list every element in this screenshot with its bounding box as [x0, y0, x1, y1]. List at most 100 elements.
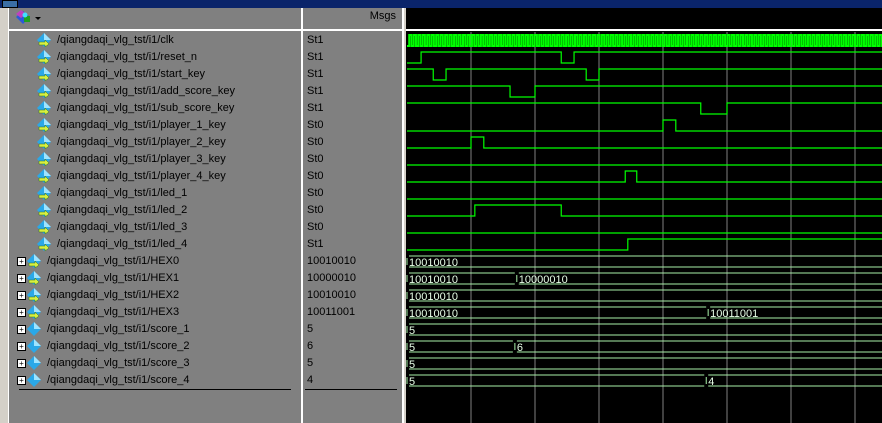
signal-row[interactable]: /qiangdaqi_vlg_tst/i1/player_4_key: [17, 168, 226, 185]
signal-value: 10010010: [307, 255, 356, 267]
signal-row[interactable]: + /qiangdaqi_vlg_tst/i1/HEX3: [17, 304, 179, 321]
signal-name: /qiangdaqi_vlg_tst/i1/HEX2: [47, 289, 180, 301]
input-signal-icon: [37, 84, 51, 99]
signal-value: St1: [307, 102, 324, 114]
input-signal-icon: [37, 169, 51, 184]
signal-name: /qiangdaqi_vlg_tst/i1/sub_score_key: [57, 102, 235, 114]
expand-icon[interactable]: +: [17, 341, 26, 351]
signal-name: /qiangdaqi_vlg_tst/i1/led_1: [57, 187, 188, 199]
signal-value: St0: [307, 204, 324, 216]
waveform-HEX3: 10010010 10011001: [406, 306, 882, 320]
bus-signal-icon: [27, 322, 41, 337]
waveform-reset_n: [407, 51, 882, 64]
waveform-player_1_key: [407, 119, 882, 132]
expand-icon[interactable]: +: [17, 358, 26, 368]
signal-row[interactable]: + /qiangdaqi_vlg_tst/i1/score_2: [17, 338, 189, 355]
signal-value-pane: Msgs St1 St1 St1 St1 St1 St0 St0 St0 St0 St0 St0 St…: [303, 8, 402, 423]
signal-row[interactable]: /qiangdaqi_vlg_tst/i1/start_key: [17, 66, 205, 83]
signal-value: St0: [307, 221, 324, 233]
signal-name: /qiangdaqi_vlg_tst/i1/score_3: [47, 357, 190, 369]
bus-value-label: 5: [409, 342, 415, 354]
input-signal-icon: [37, 50, 51, 65]
signal-row[interactable]: + /qiangdaqi_vlg_tst/i1/HEX0: [17, 253, 179, 270]
signal-name: /qiangdaqi_vlg_tst/i1/score_2: [47, 340, 190, 352]
signal-row[interactable]: + /qiangdaqi_vlg_tst/i1/score_4: [17, 372, 189, 389]
waveform-score_3: 5: [406, 357, 882, 371]
signal-value: St0: [307, 136, 324, 148]
expand-icon[interactable]: +: [17, 307, 26, 317]
signal-row[interactable]: /qiangdaqi_vlg_tst/i1/add_score_key: [17, 83, 235, 100]
bus-value-label: 10010010: [409, 274, 458, 286]
signal-row[interactable]: /qiangdaqi_vlg_tst/i1/player_1_key: [17, 117, 226, 134]
signal-name: /qiangdaqi_vlg_tst/i1/HEX3: [47, 306, 180, 318]
signal-value: 5: [307, 357, 314, 369]
bus-signal-icon: [27, 356, 41, 371]
waveform-score_1: 5: [406, 323, 882, 337]
output-signal-icon: [37, 237, 51, 252]
expand-icon[interactable]: +: [17, 290, 26, 300]
signal-value: St1: [307, 34, 324, 46]
signal-row[interactable]: /qiangdaqi_vlg_tst/i1/clk: [17, 32, 174, 49]
signal-name: /qiangdaqi_vlg_tst/i1/clk: [57, 34, 174, 46]
input-signal-icon: [37, 67, 51, 82]
input-signal-icon: [37, 118, 51, 133]
signal-value: St0: [307, 187, 324, 199]
output-signal-icon: [37, 220, 51, 235]
signal-value: 10011001: [307, 306, 356, 318]
signal-row[interactable]: + /qiangdaqi_vlg_tst/i1/HEX1: [17, 270, 179, 287]
signal-name: /qiangdaqi_vlg_tst/i1/player_2_key: [57, 136, 226, 148]
signal-row[interactable]: + /qiangdaqi_vlg_tst/i1/HEX2: [17, 287, 179, 304]
input-signal-icon: [37, 135, 51, 150]
signal-row[interactable]: /qiangdaqi_vlg_tst/i1/sub_score_key: [17, 100, 234, 117]
waveform-HEX0: 10010010: [406, 255, 882, 269]
signal-row[interactable]: /qiangdaqi_vlg_tst/i1/led_2: [17, 202, 187, 219]
signal-row[interactable]: /qiangdaqi_vlg_tst/i1/led_1: [17, 185, 187, 202]
signal-name-pane: /qiangdaqi_vlg_tst/i1/clk/qiangdaqi_vlg_…: [8, 8, 302, 423]
signal-row[interactable]: /qiangdaqi_vlg_tst/i1/led_4: [17, 236, 187, 253]
signal-value: St0: [307, 170, 324, 182]
add-wave-dropdown-icon[interactable]: [15, 10, 43, 29]
expand-icon[interactable]: +: [17, 375, 26, 385]
signal-row[interactable]: /qiangdaqi_vlg_tst/i1/player_2_key: [17, 134, 226, 151]
wave-pane[interactable]: 10010010 10010010 10000010 10010010 10010010…: [406, 8, 882, 423]
signal-value: 6: [307, 340, 314, 352]
signal-value: St0: [307, 153, 324, 165]
bus-value-label: 10010010: [409, 257, 458, 269]
waveform-start_key: [407, 68, 882, 81]
expand-icon[interactable]: +: [17, 273, 26, 283]
signal-name: /qiangdaqi_vlg_tst/i1/led_2: [57, 204, 188, 216]
bus-signal-icon: [27, 271, 41, 286]
signal-row[interactable]: + /qiangdaqi_vlg_tst/i1/score_3: [17, 355, 189, 372]
waveform-canvas[interactable]: 1001001010010010 100000101001001010010010…: [406, 8, 882, 423]
input-signal-icon: [37, 152, 51, 167]
signal-value: St0: [307, 119, 324, 131]
output-signal-icon: [37, 203, 51, 218]
msgs-label: Msgs: [369, 10, 396, 22]
bus-signal-icon: [27, 373, 41, 388]
signal-row[interactable]: + /qiangdaqi_vlg_tst/i1/score_1: [17, 321, 189, 338]
signal-name: /qiangdaqi_vlg_tst/i1/led_3: [57, 221, 188, 233]
bus-signal-icon: [27, 339, 41, 354]
signal-value: St1: [307, 85, 324, 97]
bus-value-label: 10010010: [409, 308, 458, 320]
bus-value-label: 10010010: [409, 291, 458, 303]
signal-value: St1: [307, 51, 324, 63]
signal-value: St1: [307, 68, 324, 80]
signal-name: /qiangdaqi_vlg_tst/i1/start_key: [57, 68, 205, 80]
expand-icon[interactable]: +: [17, 256, 26, 266]
window-icon: [2, 0, 18, 8]
signal-row[interactable]: /qiangdaqi_vlg_tst/i1/led_3: [17, 219, 187, 236]
signal-name: /qiangdaqi_vlg_tst/i1/led_4: [57, 238, 188, 250]
bus-value-label: 5: [409, 325, 415, 337]
bus-value-label: 10000010: [519, 274, 568, 286]
waveform-sub_score_key: [407, 102, 882, 115]
waveform-HEX1: 10010010 10000010: [406, 272, 882, 286]
signal-name: /qiangdaqi_vlg_tst/i1/score_4: [47, 374, 190, 386]
signal-row[interactable]: /qiangdaqi_vlg_tst/i1/reset_n: [17, 49, 197, 66]
expand-icon[interactable]: +: [17, 324, 26, 334]
list-end-marker: [305, 389, 397, 390]
signal-row[interactable]: /qiangdaqi_vlg_tst/i1/player_3_key: [17, 151, 226, 168]
signal-name: /qiangdaqi_vlg_tst/i1/player_4_key: [57, 170, 226, 182]
signal-name: /qiangdaqi_vlg_tst/i1/reset_n: [57, 51, 198, 63]
output-signal-icon: [37, 186, 51, 201]
